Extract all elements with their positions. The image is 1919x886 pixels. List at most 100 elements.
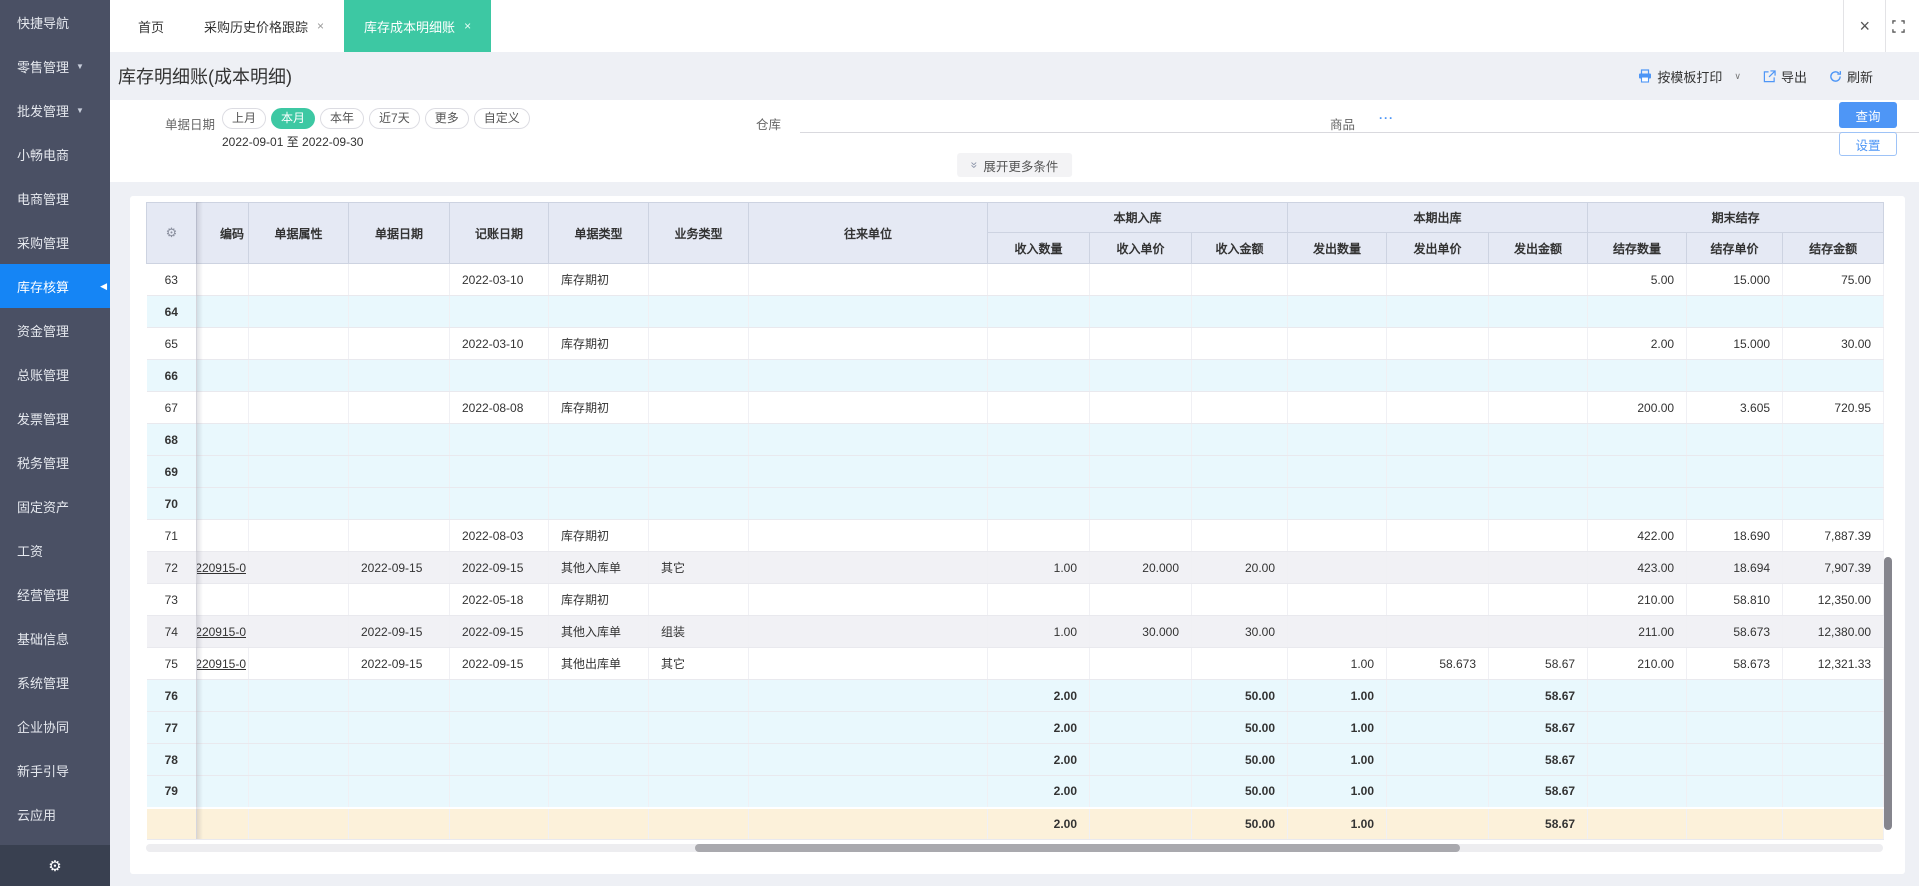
sidebar-item-6[interactable]: 采购管理 — [0, 220, 110, 264]
sidebar-item-2[interactable]: 零售管理 ▼ — [0, 44, 110, 88]
sidebar-item-15[interactable]: 基础信息 — [0, 616, 110, 660]
cell-outQty: 1.00 — [1287, 711, 1388, 744]
cell-balAmt: 12,380.00 — [1782, 615, 1885, 648]
column-header: 单据类型 — [548, 202, 649, 264]
doc-link[interactable]: 220915-0 — [197, 561, 246, 575]
cell-balQty — [1587, 743, 1688, 776]
doc-link[interactable]: 220915-0 — [197, 657, 246, 671]
sidebar-item-11[interactable]: 税务管理 — [0, 440, 110, 484]
horizontal-scrollbar[interactable] — [695, 844, 1460, 852]
warehouse-input[interactable]: ··· — [800, 105, 1400, 133]
column-header: 收入金额 — [1190, 232, 1289, 264]
expand-more-conditions-button[interactable]: » 展开更多条件 — [956, 153, 1073, 177]
sidebar-item-1[interactable]: 快捷导航 — [0, 0, 110, 44]
tab-2[interactable]: 采购历史价格跟踪 × — [184, 0, 344, 52]
cell-balAmt — [1782, 455, 1885, 488]
cell-balPrice: 58.673 — [1686, 615, 1784, 648]
cell-outPrice — [1386, 455, 1490, 488]
cell-outAmt: 58.67 — [1488, 743, 1589, 776]
cell-docDate: 2022-09-15 — [348, 551, 450, 584]
cell-balAmt — [1782, 806, 1885, 840]
doc-link[interactable]: 220915-0 — [197, 625, 246, 639]
cell-inQty — [987, 455, 1090, 488]
tab-3[interactable]: 库存成本明细账 × — [344, 0, 492, 52]
cell-outPrice — [1386, 775, 1490, 808]
refresh-button[interactable]: 刷新 — [1829, 67, 1873, 86]
sidebar-item-19[interactable]: 云应用 — [0, 792, 110, 836]
fullscreen-icon[interactable] — [1885, 0, 1919, 52]
cell-outQty: 1.00 — [1287, 743, 1388, 776]
print-by-template-button[interactable]: 按模板打印 ∨ — [1638, 67, 1741, 86]
sidebar-item-3[interactable]: 批发管理 ▼ — [0, 88, 110, 132]
sidebar: 快捷导航 零售管理 ▼ 批发管理 ▼ 小畅电商 电商管理 采购管理 库存核算 ◀ 资金管理 总账管理发… — [0, 0, 110, 886]
sidebar-item-10[interactable]: 发票管理 — [0, 396, 110, 440]
cell-num: 74 — [146, 615, 197, 648]
sidebar-item-8[interactable]: 资金管理 — [0, 308, 110, 352]
sidebar-item-9[interactable]: 总账管理 — [0, 352, 110, 396]
table-row: 74 220915-0 2022-09-15 2022-09-15 其他入库单 组装 1.0… — [146, 615, 1885, 648]
sidebar-item-14[interactable]: 经营管理 — [0, 572, 110, 616]
gear-icon[interactable]: ⚙ — [166, 225, 178, 240]
date-pill[interactable]: 近7天 — [369, 108, 420, 129]
date-pill[interactable]: 自定义 — [473, 108, 530, 129]
cell-num: 78 — [146, 743, 197, 776]
cell-outPrice — [1386, 263, 1490, 296]
cell-partner — [748, 647, 988, 680]
sidebar-item-17[interactable]: 企业协同 — [0, 704, 110, 748]
cell-docType — [548, 775, 649, 808]
cell-inPrice — [1089, 647, 1192, 680]
cell-outAmt — [1488, 455, 1589, 488]
date-pill[interactable]: 上月 — [222, 108, 267, 129]
gear-icon[interactable]: ⚙ — [48, 857, 61, 875]
sidebar-item-16[interactable]: 系统管理 — [0, 660, 110, 704]
product-input[interactable]: ··· — [1365, 105, 1919, 133]
cell-docType — [548, 423, 649, 456]
cell-docType — [548, 455, 649, 488]
cell-outQty — [1287, 423, 1388, 456]
cell-inQty — [987, 487, 1090, 520]
date-pill[interactable]: 更多 — [424, 108, 469, 129]
sidebar-item-5[interactable]: 电商管理 — [0, 176, 110, 220]
cell-inQty — [987, 647, 1090, 680]
tab-close-icon[interactable]: × — [317, 19, 324, 33]
date-pill[interactable]: 本年 — [320, 108, 365, 129]
sidebar-item-18[interactable]: 新手引导 — [0, 748, 110, 792]
table-row: 77 2.00 50.00 1.00 58.67 — [146, 711, 1885, 744]
date-pill[interactable]: 本月 — [271, 108, 316, 129]
cell-balQty: 5.00 — [1587, 263, 1688, 296]
query-button[interactable]: 查询 — [1839, 102, 1897, 128]
cell-inPrice — [1089, 775, 1192, 808]
column-header: 结存金额 — [1782, 232, 1885, 264]
settings-button[interactable]: 设置 — [1839, 132, 1897, 156]
sidebar-item-label: 工资 — [17, 543, 44, 559]
cell-outPrice — [1386, 743, 1490, 776]
sidebar-item-label: 税务管理 — [17, 455, 70, 471]
cell-balQty — [1587, 679, 1688, 712]
sidebar-item-4[interactable]: 小畅电商 — [0, 132, 110, 176]
cell-balPrice — [1686, 743, 1784, 776]
cell-outPrice: 58.673 — [1386, 647, 1490, 680]
cell-balQty — [1587, 487, 1688, 520]
column-header: 结存单价 — [1686, 232, 1784, 264]
export-button[interactable]: 导出 — [1763, 67, 1807, 86]
cell-bizType — [648, 263, 749, 296]
table-header-row-groups: ⚙ 编码 单据属性 单据日期 记账日期 单据类型 业务类型 往来单位 本期入库 本期出库 期末结存 — [146, 202, 1885, 264]
sidebar-item-13[interactable]: 工资 — [0, 528, 110, 572]
tab-close-icon[interactable]: × — [464, 19, 471, 33]
cell-attr — [248, 711, 349, 744]
chevron-down-icon[interactable]: ∨ — [1734, 71, 1741, 82]
sidebar-item-7[interactable]: 库存核算 ◀ — [0, 264, 110, 308]
sidebar-item-12[interactable]: 固定资产 — [0, 484, 110, 528]
cell-bizType — [648, 295, 749, 328]
tab-1[interactable]: 首页 — [118, 0, 184, 52]
cell-balPrice: 15.000 — [1686, 263, 1784, 296]
cell-balPrice — [1686, 679, 1784, 712]
vertical-scrollbar[interactable] — [1884, 557, 1892, 830]
cell-balAmt — [1782, 423, 1885, 456]
cell-docType — [548, 487, 649, 520]
cell-balAmt: 12,350.00 — [1782, 583, 1885, 616]
cell-docDate — [348, 263, 450, 296]
column-header: 业务类型 — [648, 202, 749, 264]
cell-bizType — [648, 711, 749, 744]
close-icon[interactable]: × — [1844, 16, 1885, 37]
